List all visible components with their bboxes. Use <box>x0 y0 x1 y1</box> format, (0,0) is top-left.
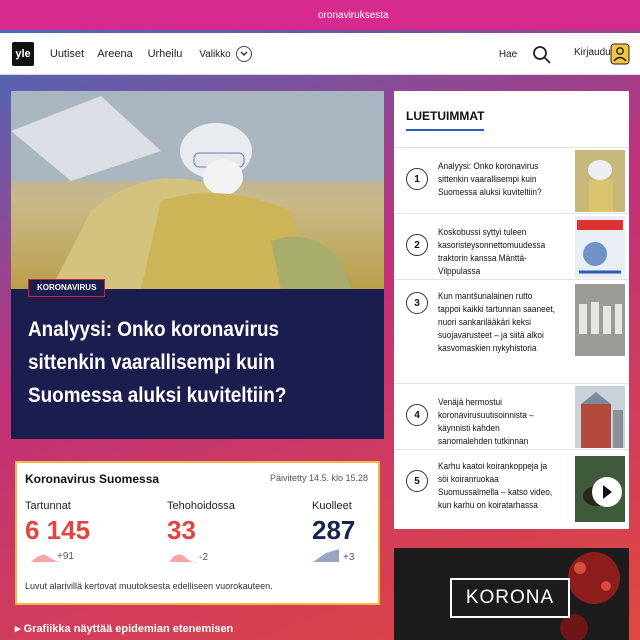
hero-image[interactable] <box>11 91 384 289</box>
rank-number: 1 <box>406 168 428 190</box>
most-read-heading: LUETUIMMAT <box>406 109 485 131</box>
top-banner: oronaviruksesta <box>0 0 640 30</box>
thumbnail-image[interactable] <box>575 386 625 448</box>
thumbnail-image[interactable] <box>575 284 625 356</box>
stat-value-infections: 6 145 <box>25 515 91 545</box>
list-item[interactable]: 1 Analyysi: Onko koronavirus sittenkin v… <box>394 147 629 213</box>
rank-number: 4 <box>406 404 428 426</box>
stat-value-deaths: 287 <box>312 515 356 545</box>
rank-number: 3 <box>406 292 428 314</box>
login-link[interactable]: Kirjaudu <box>574 47 611 58</box>
yle-logo[interactable]: yle <box>12 42 34 66</box>
list-item-title[interactable]: Venäjä hermostui koronavirusuutisoinnist… <box>438 396 556 448</box>
list-item-title[interactable]: Kun mantšurialainen rutto tappoi kaikki … <box>438 290 556 355</box>
stat-label-deaths: Kuolleet <box>312 500 352 512</box>
banner-link[interactable]: oronaviruksesta <box>318 9 389 23</box>
list-item[interactable]: 2 Koskobussi syttyi tuleen kasoristeyson… <box>394 213 629 279</box>
rank-number: 5 <box>406 470 428 492</box>
trend-sparkline <box>313 549 339 562</box>
stats-updated: Päivitetty 14.5. klo 15.28 <box>269 473 368 483</box>
menu-button[interactable]: Valikko <box>196 33 234 75</box>
thumbnail-image[interactable] <box>575 150 625 212</box>
list-item[interactable]: 4 Venäjä hermostui koronavirusuutisoinni… <box>394 383 629 449</box>
nav-urheilu[interactable]: Urheilu <box>140 33 190 75</box>
thumbnail-image[interactable] <box>575 456 625 522</box>
trend-sparkline <box>169 554 197 563</box>
stat-delta-infections: +91 <box>57 551 74 562</box>
stat-label-infections: Tartunnat <box>25 500 71 512</box>
hero-article[interactable]: KORONAVIRUS Analyysi: Onko koronavirus s… <box>11 91 384 439</box>
nav-uutiset[interactable]: Uutiset <box>44 33 90 75</box>
search-icon[interactable] <box>530 43 554 67</box>
thumbnail-image[interactable] <box>575 216 625 278</box>
chevron-down-icon[interactable] <box>236 46 252 62</box>
list-item-title[interactable]: Analyysi: Onko koronavirus sittenkin vaa… <box>438 160 556 199</box>
most-read-panel: LUETUIMMAT 1 Analyysi: Onko koronavirus … <box>394 91 629 529</box>
stats-footnote: Luvut alarivillä kertovat muutoksesta ed… <box>25 581 273 591</box>
graph-link-label[interactable]: Grafiikka näyttää epidemian etenemisen <box>24 623 234 635</box>
graph-link[interactable]: ▸ Grafiikka näyttää epidemian etenemisen <box>15 622 233 635</box>
list-item[interactable]: 5 Karhu kaatoi koirankoppeja ja söi koir… <box>394 449 629 529</box>
stat-label-icu: Tehohoidossa <box>167 500 235 512</box>
list-item[interactable]: 3 Kun mantšurialainen rutto tappoi kaikk… <box>394 279 629 383</box>
category-tag[interactable]: KORONAVIRUS <box>28 279 106 297</box>
stats-title: Koronavirus Suomessa <box>25 472 160 486</box>
promo-banner[interactable]: KORONA <box>394 548 629 640</box>
list-item-title[interactable]: Koskobussi syttyi tuleen kasoristeysonne… <box>438 226 556 278</box>
main-navbar: yle Uutiset Areena Urheilu Valikko Hae K… <box>0 33 640 75</box>
promo-title[interactable]: KORONA <box>450 578 570 618</box>
stat-delta-deaths: +3 <box>343 552 355 563</box>
rank-number: 2 <box>406 234 428 256</box>
stat-delta-icu: -2 <box>199 552 208 563</box>
list-item-title[interactable]: Karhu kaatoi koirankoppeja ja söi koiran… <box>438 460 556 512</box>
stat-value-icu: 33 <box>167 515 196 545</box>
hero-title[interactable]: Analyysi: Onko koronavirus sittenkin vaa… <box>28 313 334 412</box>
corona-stats-widget: Koronavirus Suomessa Päivitetty 14.5. kl… <box>15 461 380 605</box>
user-icon[interactable] <box>610 43 630 65</box>
search-label[interactable]: Hae <box>490 33 526 75</box>
nav-areena[interactable]: Areena <box>92 33 138 75</box>
